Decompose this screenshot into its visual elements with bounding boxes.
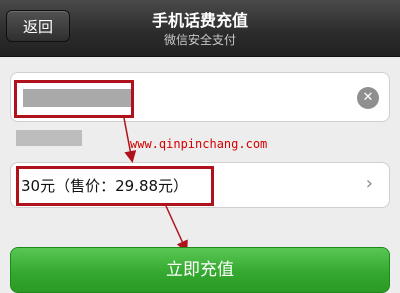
- amount-selected-value: 30元（售价：29.88元）: [21, 177, 189, 195]
- clear-icon[interactable]: ✕: [357, 87, 379, 109]
- back-button[interactable]: 返回: [6, 10, 70, 42]
- annotation-arrow-2: [165, 205, 188, 253]
- watermark-text: www.qinpinchang.com: [130, 137, 268, 151]
- page-subtitle: 微信安全支付: [163, 33, 236, 47]
- phone-number-input[interactable]: ✕: [10, 72, 390, 122]
- redacted-contact-name: [16, 130, 82, 146]
- text-caret: [132, 87, 134, 109]
- amount-select[interactable]: 30元（售价：29.88元） ›: [10, 162, 390, 208]
- recharge-button[interactable]: 立即充值: [10, 247, 390, 293]
- nav-bar: 返回 手机话费充值 微信安全支付: [0, 0, 400, 57]
- page-title: 手机话费充值: [151, 11, 248, 30]
- redacted-phone-number: [23, 89, 131, 107]
- chevron-right-icon: ›: [365, 173, 373, 194]
